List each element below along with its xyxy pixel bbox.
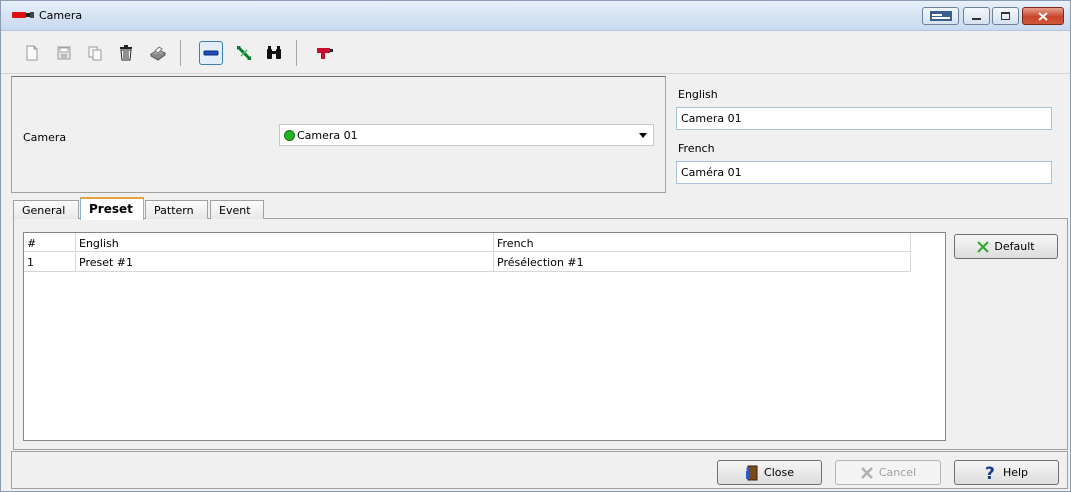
help-button[interactable]: ? Help: [954, 460, 1059, 485]
svg-text:?: ?: [985, 465, 995, 481]
window-close-button[interactable]: [1022, 7, 1064, 25]
save-icon: [57, 46, 71, 60]
toolbar: [1, 32, 1070, 74]
cancel-x-icon: [860, 466, 874, 480]
table-cell-french[interactable]: Présélection #1: [494, 253, 911, 272]
default-button-label: Default: [994, 240, 1035, 253]
layout-icon: [929, 11, 952, 21]
search-button[interactable]: [262, 41, 286, 65]
column-header-number[interactable]: #: [24, 233, 76, 252]
chevron-down-icon: [639, 133, 647, 138]
maximize-icon: [1001, 12, 1010, 20]
title-bar: Camera: [1, 1, 1070, 31]
copy-button[interactable]: [83, 41, 107, 65]
column-header-english[interactable]: English: [76, 233, 494, 252]
camera-dropdown-value: Camera 01: [297, 129, 358, 142]
camera-app-icon: [12, 12, 34, 18]
camera-control-button[interactable]: [313, 41, 337, 65]
cancel-button[interactable]: Cancel: [835, 460, 941, 485]
trash-icon: [120, 45, 132, 61]
question-mark-icon: ?: [985, 465, 998, 481]
camera-gun-icon: [317, 48, 333, 59]
close-button[interactable]: Close: [717, 460, 822, 485]
minus-icon: [203, 50, 219, 56]
link-icon: [236, 45, 252, 61]
english-name-field[interactable]: Camera 01: [676, 107, 1052, 130]
camera-label: Camera: [23, 131, 67, 144]
status-online-icon: [284, 130, 295, 141]
camera-dropdown[interactable]: Camera 01: [279, 124, 654, 146]
minimize-button[interactable]: [963, 7, 990, 25]
delete-button[interactable]: [114, 41, 138, 65]
tab-general[interactable]: General: [13, 200, 79, 219]
english-label: English: [678, 88, 718, 101]
binoculars-icon: [267, 46, 281, 59]
link-button[interactable]: [232, 41, 256, 65]
column-header-french[interactable]: French: [494, 233, 911, 252]
window-title: Camera: [39, 9, 83, 22]
tab-pattern[interactable]: Pattern: [145, 200, 208, 219]
copy-icon: [88, 46, 102, 60]
door-exit-icon: [745, 465, 759, 481]
close-icon: [1038, 11, 1048, 21]
french-label: French: [678, 142, 715, 155]
toolbar-separator: [180, 40, 181, 66]
tab-preset[interactable]: Preset: [80, 197, 144, 220]
cancel-button-label: Cancel: [878, 466, 917, 479]
toolbar-separator: [296, 40, 297, 66]
tab-event[interactable]: Event: [210, 200, 264, 219]
default-button[interactable]: Default: [954, 234, 1058, 259]
table-cell-number[interactable]: 1: [24, 253, 76, 272]
camera-window: Camera Camera Camera 01 English Camera 0…: [0, 0, 1071, 492]
new-button[interactable]: [20, 41, 44, 65]
help-button-label: Help: [1002, 466, 1029, 479]
preset-grid[interactable]: # English French 1 Preset #1 Présélectio…: [23, 232, 946, 441]
layout-button[interactable]: [922, 7, 959, 25]
table-cell-english[interactable]: Preset #1: [76, 253, 494, 272]
new-icon: [26, 45, 38, 61]
minus-toggle-button[interactable]: [199, 41, 223, 65]
close-button-label: Close: [764, 466, 794, 479]
minimize-icon: [972, 17, 981, 20]
maximize-button[interactable]: [992, 7, 1019, 25]
french-name-field[interactable]: Caméra 01: [676, 161, 1052, 184]
x-icon: [977, 240, 990, 253]
print-button[interactable]: [146, 41, 170, 65]
save-button[interactable]: [52, 41, 76, 65]
print-icon: [149, 45, 167, 61]
